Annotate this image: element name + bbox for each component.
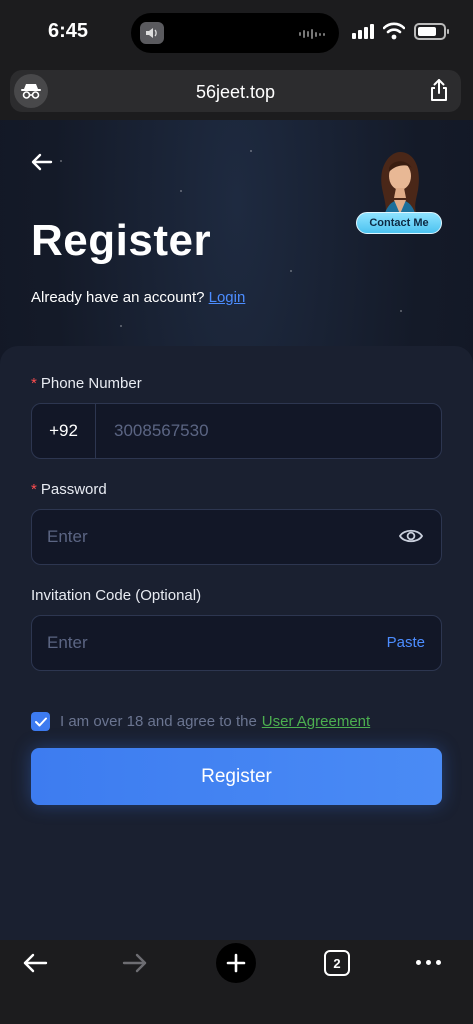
phone-label: * Phone Number: [31, 375, 142, 392]
contact-me-button[interactable]: Contact Me: [356, 212, 442, 234]
password-label: * Password: [31, 481, 107, 498]
star-decoration: [60, 160, 62, 162]
browser-toolbar: 2: [0, 940, 473, 1024]
page-title: Register: [31, 216, 212, 265]
wifi-icon: [383, 22, 405, 40]
register-button[interactable]: Register: [31, 748, 442, 805]
agreement-checkbox[interactable]: [31, 712, 50, 731]
agreement-row: I am over 18 and agree to the User Agree…: [31, 712, 370, 731]
dynamic-island: [131, 13, 339, 53]
cellular-signal-icon: [352, 24, 374, 39]
phone-input[interactable]: +92 3008567530: [31, 403, 442, 459]
star-decoration: [180, 190, 182, 192]
login-link[interactable]: Login: [209, 289, 246, 306]
url-text[interactable]: 56jeet.top: [10, 82, 461, 103]
battery-icon: [414, 23, 449, 40]
eye-icon[interactable]: [399, 527, 423, 545]
tabs-button[interactable]: 2: [324, 950, 350, 976]
country-code-prefix[interactable]: +92: [32, 404, 96, 458]
back-icon[interactable]: [22, 952, 48, 974]
password-placeholder: Enter: [47, 527, 88, 546]
invitation-code-input[interactable]: Enter Paste: [31, 615, 442, 671]
star-decoration: [250, 150, 252, 152]
invitation-label: Invitation Code (Optional): [31, 587, 202, 604]
invitation-placeholder: Enter: [47, 633, 88, 652]
check-icon: [34, 717, 47, 726]
address-bar[interactable]: 56jeet.top: [10, 70, 461, 112]
star-decoration: [290, 270, 292, 272]
user-agreement-link[interactable]: User Agreement: [262, 713, 370, 730]
browser-address-area: 56jeet.top: [0, 64, 473, 120]
register-page: Contact Me Register Already have an acco…: [0, 120, 473, 940]
forward-icon[interactable]: [122, 952, 148, 974]
star-decoration: [400, 310, 402, 312]
speaker-icon: [140, 22, 164, 44]
have-account-line: Already have an account? Login: [31, 289, 245, 306]
share-icon[interactable]: [429, 78, 449, 102]
password-input[interactable]: Enter: [31, 509, 442, 565]
have-account-text: Already have an account?: [31, 289, 205, 306]
phone-placeholder: 3008567530: [114, 421, 209, 440]
star-decoration: [120, 325, 122, 327]
status-bar: 6:45: [0, 0, 473, 64]
status-time: 6:45: [48, 20, 89, 42]
back-arrow-icon[interactable]: [30, 152, 54, 172]
agreement-text: I am over 18 and agree to the: [60, 713, 257, 730]
paste-button[interactable]: Paste: [387, 634, 425, 651]
audio-wave-icon: [299, 29, 325, 39]
more-icon[interactable]: [416, 960, 441, 965]
plus-icon: [226, 953, 246, 973]
new-tab-button[interactable]: [216, 943, 256, 983]
